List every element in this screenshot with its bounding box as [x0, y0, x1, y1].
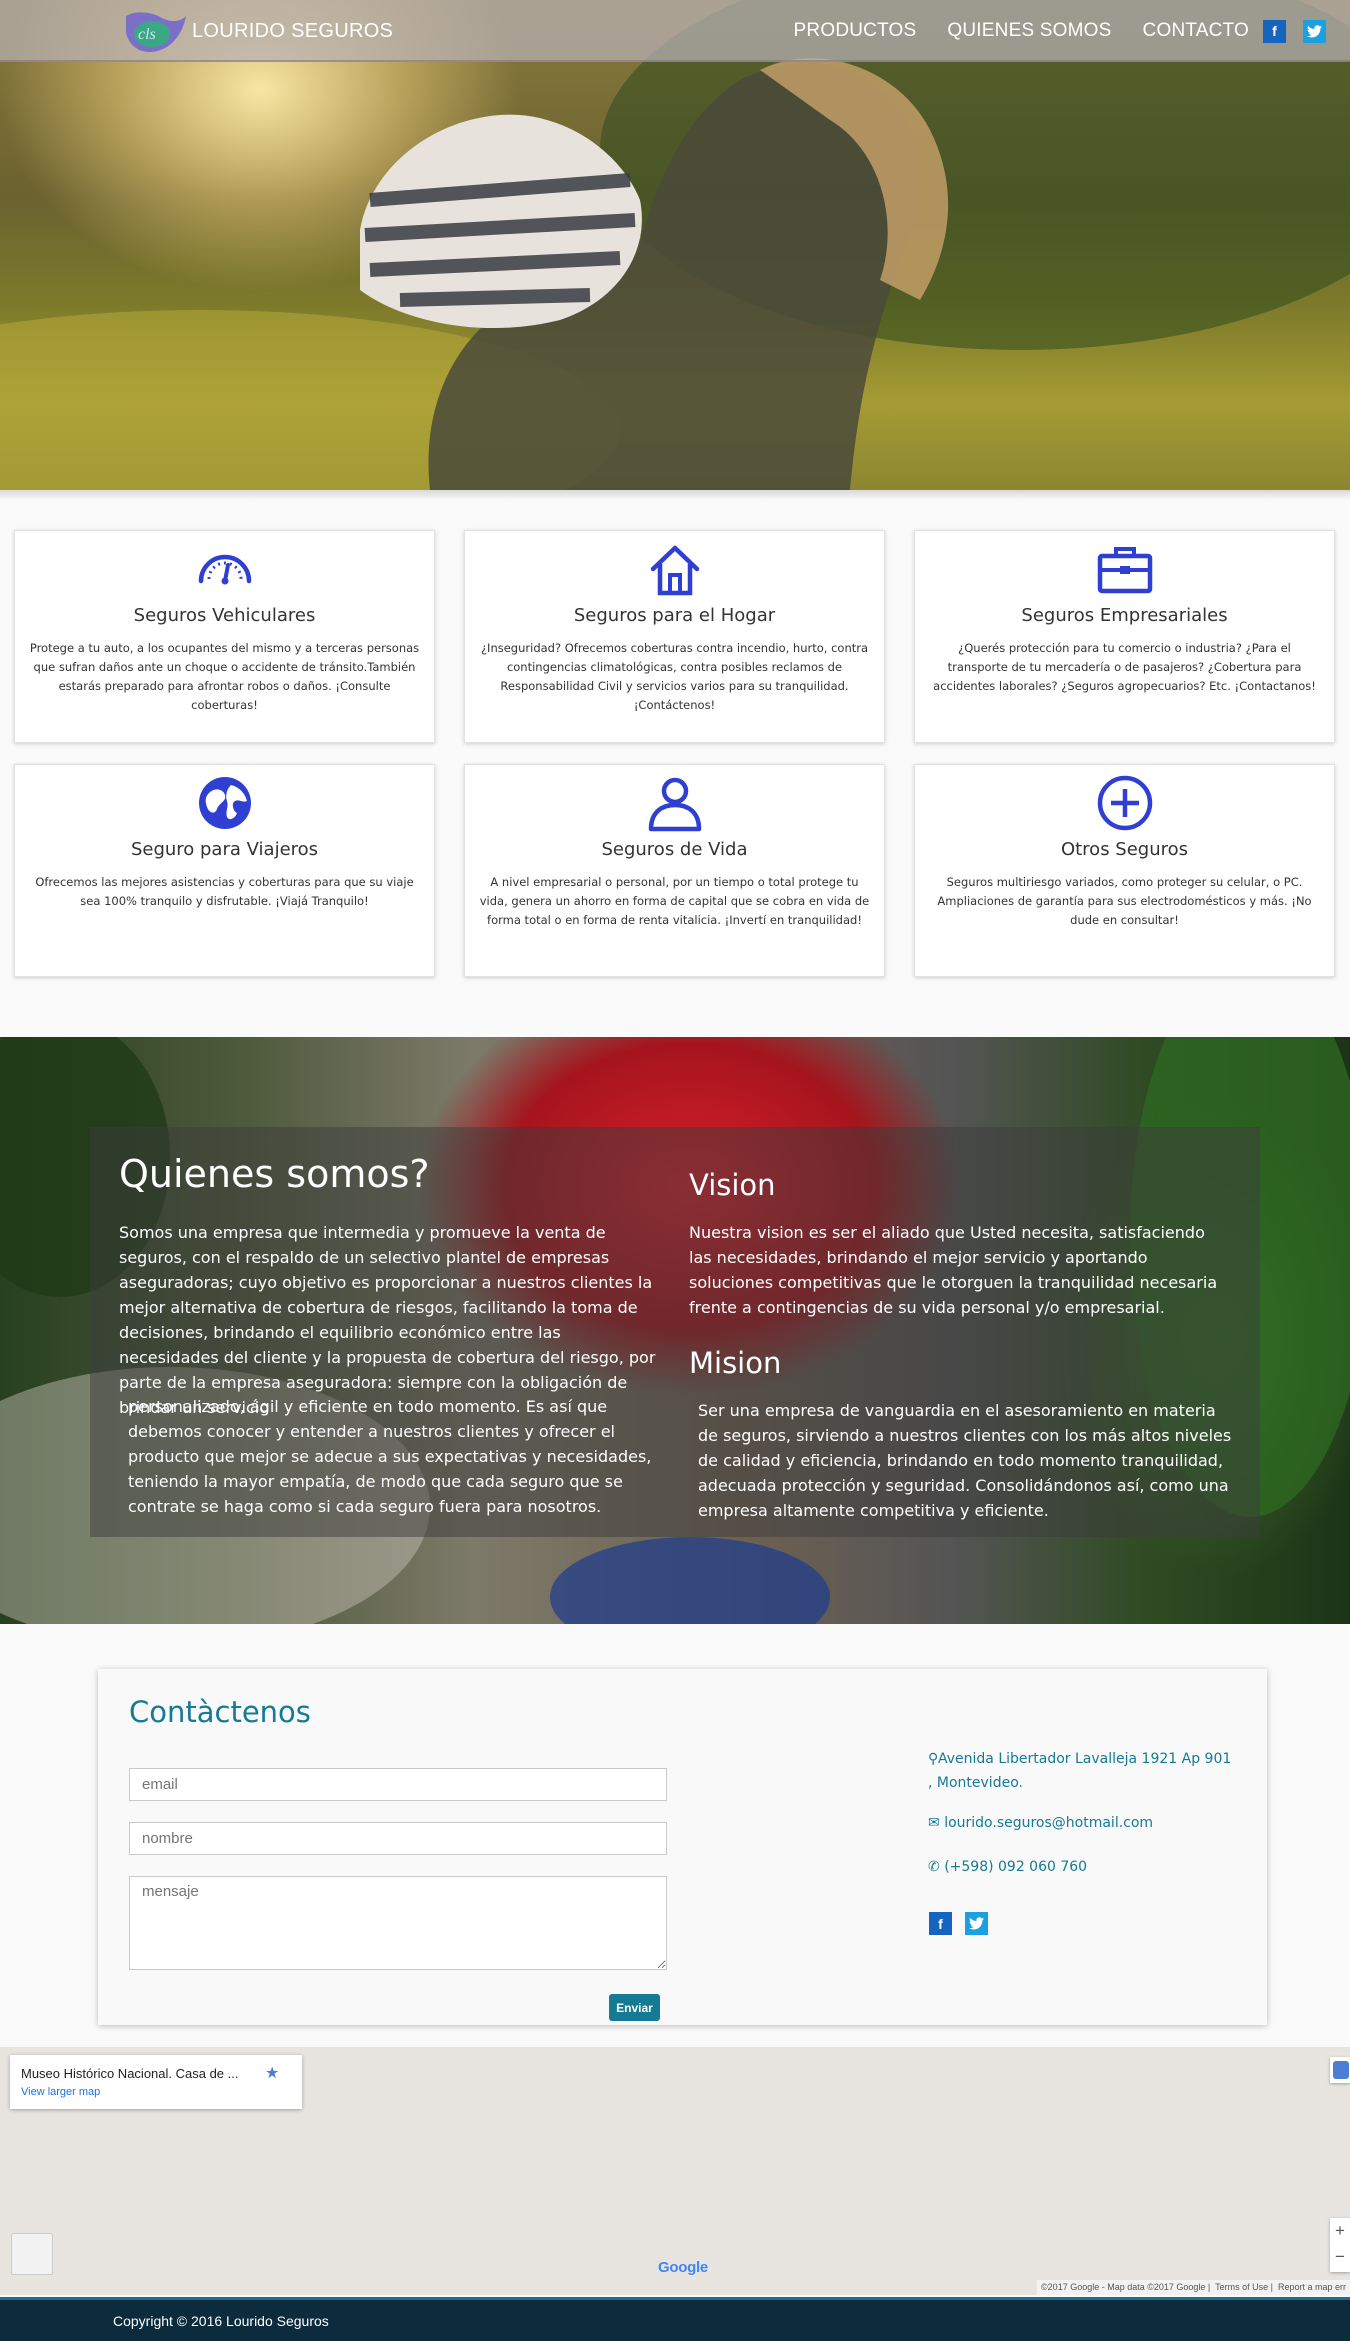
zoom-in-button[interactable]: +	[1330, 2218, 1350, 2244]
card-title: Seguro para Viajeros	[130, 839, 319, 860]
person-icon	[648, 777, 701, 832]
main-menu: PRODUCTOS QUIENES SOMOS CONTACTO f	[794, 0, 1350, 62]
card-text: Seguros multiriesgo variados, como prote…	[937, 875, 1312, 927]
view-larger-map-link[interactable]: View larger map	[21, 2086, 100, 2098]
facebook-icon[interactable]: f	[1263, 19, 1286, 43]
send-button[interactable]: Enviar	[609, 1994, 660, 2021]
card-title: Otros Seguros	[1060, 839, 1189, 860]
about-text: Somos una empresa que intermedia y promu…	[119, 1223, 656, 1417]
map-place-name: Museo Histórico Nacional. Casa de ...	[21, 2066, 239, 2081]
terms-link[interactable]: Terms of Use	[1215, 2282, 1268, 2292]
card-seguro-viajeros[interactable]: Seguro para Viajeros Ofrecemos las mejor…	[14, 764, 435, 977]
brand-name: LOURIDO SEGUROS	[192, 19, 394, 42]
card-title: Seguros Empresariales	[1021, 605, 1228, 626]
google-logo: Google	[658, 2259, 708, 2276]
nav-productos[interactable]: PRODUCTOS	[794, 20, 917, 42]
contact-section: Contàctenos Enviar ⚲Avenida Libertador L…	[98, 1669, 1267, 2025]
about-title: Quienes somos?	[119, 1152, 430, 1196]
hero-divider	[0, 490, 1350, 500]
card-seguros-vida[interactable]: Seguros de Vida A nivel empresarial o pe…	[464, 764, 885, 977]
footer: Copyright © 2016 Lourido Seguros	[0, 2297, 1350, 2341]
vision-title: Vision	[689, 1168, 776, 1202]
mision-text: Ser una empresa de vanguardia en el ases…	[698, 1401, 1232, 1520]
pegman-icon[interactable]	[1330, 2057, 1350, 2083]
twitter-icon[interactable]	[965, 1912, 988, 1935]
hero-photo	[0, 0, 1350, 490]
card-seguros-empresariales[interactable]: Seguros Empresariales ¿Querés protección…	[914, 530, 1335, 743]
card-text: Protege a tu auto, a los ocupantes del m…	[29, 641, 420, 712]
message-field[interactable]	[129, 1876, 667, 1970]
card-text: ¿Querés protección para tu comercio o in…	[933, 641, 1316, 693]
logo-emblem-icon: cls	[126, 12, 186, 53]
contact-title: Contàctenos	[129, 1695, 311, 1729]
map-place-card: Museo Histórico Nacional. Casa de ... ★ …	[10, 2055, 302, 2109]
globe-icon	[198, 777, 251, 829]
phone-text: (+598) 092 060 760	[944, 1859, 1088, 1875]
speedometer-icon	[198, 554, 251, 585]
map-type-toggle[interactable]	[11, 2233, 53, 2275]
hero-banner	[0, 0, 1350, 490]
brand-logo[interactable]: cls LOURIDO SEGUROS	[122, 6, 393, 56]
card-title: Seguros de Vida	[601, 839, 748, 860]
name-field[interactable]	[129, 1822, 667, 1855]
about-section: Quienes somos? Somos una empresa que int…	[0, 1037, 1350, 1624]
email-field[interactable]	[129, 1768, 667, 1801]
nav-contacto[interactable]: CONTACTO	[1143, 20, 1249, 42]
embedded-map[interactable]: Museo Histórico Nacional. Casa de ... ★ …	[0, 2047, 1350, 2295]
copyright-text: Copyright © 2016 Lourido Seguros	[113, 2313, 329, 2329]
save-star-icon[interactable]: ★	[265, 2063, 279, 2082]
twitter-icon[interactable]	[1303, 19, 1326, 43]
map-attribution: ©2017 Google - Map data ©2017 Google | T…	[1037, 2280, 1350, 2295]
zoom-out-button[interactable]: −	[1330, 2244, 1350, 2270]
home-icon	[650, 545, 699, 596]
about-text-continued: personalizado, ágil y eficiente en todo …	[128, 1397, 652, 1516]
report-error-link[interactable]: Report a map err	[1278, 2282, 1346, 2292]
plus-circle-icon	[1097, 775, 1152, 831]
card-title: Seguros Vehiculares	[133, 605, 316, 626]
vision-text: Nuestra vision es ser el aliado que Uste…	[689, 1223, 1218, 1317]
facebook-icon[interactable]: f	[929, 1912, 952, 1935]
mision-title: Mision	[689, 1346, 782, 1380]
email-info[interactable]: ✉ lourido.seguros@hotmail.com	[928, 1811, 1153, 1835]
zoom-controls: + −	[1330, 2218, 1350, 2272]
card-text: Ofrecemos las mejores asistencias y cobe…	[35, 875, 414, 908]
card-text: ¿Inseguridad? Ofrecemos coberturas contr…	[480, 641, 869, 712]
email-text[interactable]: lourido.seguros@hotmail.com	[944, 1815, 1153, 1831]
card-seguros-hogar[interactable]: Seguros para el Hogar ¿Inseguridad? Ofre…	[464, 530, 885, 743]
map-marker-icon: ⚲	[928, 1751, 939, 1767]
map-data-text: ©2017 Google - Map data ©2017 Google	[1041, 2282, 1206, 2292]
card-otros-seguros[interactable]: Otros Seguros Seguros multiriesgo variad…	[914, 764, 1335, 977]
envelope-icon: ✉	[928, 1815, 940, 1831]
nav-quienes-somos[interactable]: QUIENES SOMOS	[947, 20, 1111, 42]
top-navbar: cls LOURIDO SEGUROS PRODUCTOS QUIENES SO…	[0, 0, 1350, 62]
address-text: Avenida Libertador Lavalleja 1921 Ap 901…	[928, 1751, 1232, 1791]
card-title: Seguros para el Hogar	[573, 605, 776, 626]
card-text: A nivel empresarial o personal, por un t…	[479, 875, 870, 927]
phone-info: ✆ (+598) 092 060 760	[928, 1855, 1087, 1879]
briefcase-icon	[1097, 547, 1152, 594]
svg-text:cls: cls	[138, 26, 156, 43]
phone-icon: ✆	[928, 1859, 940, 1875]
card-seguros-vehiculares[interactable]: Seguros Vehiculares Protege a tu auto, a…	[14, 530, 435, 743]
address-info: ⚲Avenida Libertador Lavalleja 1921 Ap 90…	[928, 1747, 1238, 1795]
